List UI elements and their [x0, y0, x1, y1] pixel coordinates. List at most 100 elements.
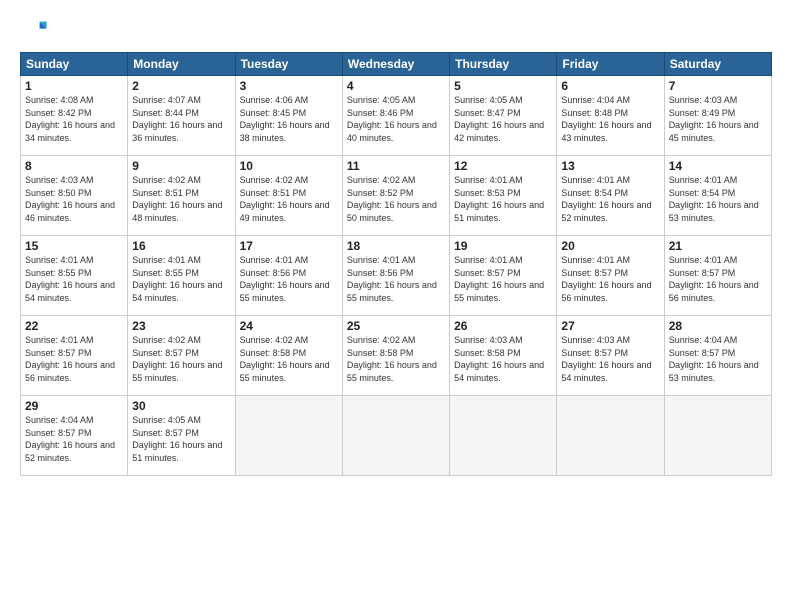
- col-header-sunday: Sunday: [21, 53, 128, 76]
- day-cell-3: 3 Sunrise: 4:06 AMSunset: 8:45 PMDayligh…: [235, 76, 342, 156]
- day-number: 20: [561, 239, 659, 253]
- empty-cell: [557, 396, 664, 476]
- week-row-3: 15 Sunrise: 4:01 AMSunset: 8:55 PMDaylig…: [21, 236, 772, 316]
- day-info: Sunrise: 4:03 AMSunset: 8:49 PMDaylight:…: [669, 95, 759, 143]
- day-info: Sunrise: 4:03 AMSunset: 8:58 PMDaylight:…: [454, 335, 544, 383]
- day-info: Sunrise: 4:01 AMSunset: 8:55 PMDaylight:…: [25, 255, 115, 303]
- day-info: Sunrise: 4:02 AMSunset: 8:51 PMDaylight:…: [132, 175, 222, 223]
- week-row-5: 29 Sunrise: 4:04 AMSunset: 8:57 PMDaylig…: [21, 396, 772, 476]
- day-number: 24: [240, 319, 338, 333]
- day-cell-11: 11 Sunrise: 4:02 AMSunset: 8:52 PMDaylig…: [342, 156, 449, 236]
- empty-cell: [235, 396, 342, 476]
- day-number: 2: [132, 79, 230, 93]
- day-info: Sunrise: 4:01 AMSunset: 8:57 PMDaylight:…: [25, 335, 115, 383]
- day-number: 30: [132, 399, 230, 413]
- day-cell-13: 13 Sunrise: 4:01 AMSunset: 8:54 PMDaylig…: [557, 156, 664, 236]
- day-cell-7: 7 Sunrise: 4:03 AMSunset: 8:49 PMDayligh…: [664, 76, 771, 156]
- day-number: 16: [132, 239, 230, 253]
- day-info: Sunrise: 4:01 AMSunset: 8:56 PMDaylight:…: [347, 255, 437, 303]
- day-info: Sunrise: 4:08 AMSunset: 8:42 PMDaylight:…: [25, 95, 115, 143]
- page-header: [20, 16, 772, 44]
- day-number: 25: [347, 319, 445, 333]
- day-cell-25: 25 Sunrise: 4:02 AMSunset: 8:58 PMDaylig…: [342, 316, 449, 396]
- day-number: 21: [669, 239, 767, 253]
- day-number: 15: [25, 239, 123, 253]
- empty-cell: [664, 396, 771, 476]
- day-info: Sunrise: 4:01 AMSunset: 8:57 PMDaylight:…: [454, 255, 544, 303]
- day-number: 1: [25, 79, 123, 93]
- day-cell-10: 10 Sunrise: 4:02 AMSunset: 8:51 PMDaylig…: [235, 156, 342, 236]
- col-header-monday: Monday: [128, 53, 235, 76]
- day-info: Sunrise: 4:04 AMSunset: 8:57 PMDaylight:…: [25, 415, 115, 463]
- day-number: 9: [132, 159, 230, 173]
- day-number: 12: [454, 159, 552, 173]
- day-info: Sunrise: 4:06 AMSunset: 8:45 PMDaylight:…: [240, 95, 330, 143]
- col-header-thursday: Thursday: [450, 53, 557, 76]
- day-info: Sunrise: 4:05 AMSunset: 8:57 PMDaylight:…: [132, 415, 222, 463]
- day-info: Sunrise: 4:01 AMSunset: 8:57 PMDaylight:…: [561, 255, 651, 303]
- day-number: 6: [561, 79, 659, 93]
- day-number: 23: [132, 319, 230, 333]
- col-header-saturday: Saturday: [664, 53, 771, 76]
- day-cell-30: 30 Sunrise: 4:05 AMSunset: 8:57 PMDaylig…: [128, 396, 235, 476]
- day-number: 5: [454, 79, 552, 93]
- day-info: Sunrise: 4:01 AMSunset: 8:56 PMDaylight:…: [240, 255, 330, 303]
- week-row-2: 8 Sunrise: 4:03 AMSunset: 8:50 PMDayligh…: [21, 156, 772, 236]
- day-cell-5: 5 Sunrise: 4:05 AMSunset: 8:47 PMDayligh…: [450, 76, 557, 156]
- day-number: 7: [669, 79, 767, 93]
- day-number: 26: [454, 319, 552, 333]
- calendar: SundayMondayTuesdayWednesdayThursdayFrid…: [20, 52, 772, 476]
- day-info: Sunrise: 4:01 AMSunset: 8:54 PMDaylight:…: [561, 175, 651, 223]
- day-info: Sunrise: 4:01 AMSunset: 8:54 PMDaylight:…: [669, 175, 759, 223]
- day-info: Sunrise: 4:02 AMSunset: 8:51 PMDaylight:…: [240, 175, 330, 223]
- day-cell-15: 15 Sunrise: 4:01 AMSunset: 8:55 PMDaylig…: [21, 236, 128, 316]
- day-cell-8: 8 Sunrise: 4:03 AMSunset: 8:50 PMDayligh…: [21, 156, 128, 236]
- day-number: 19: [454, 239, 552, 253]
- day-number: 28: [669, 319, 767, 333]
- day-number: 14: [669, 159, 767, 173]
- day-info: Sunrise: 4:01 AMSunset: 8:57 PMDaylight:…: [669, 255, 759, 303]
- day-cell-4: 4 Sunrise: 4:05 AMSunset: 8:46 PMDayligh…: [342, 76, 449, 156]
- day-number: 10: [240, 159, 338, 173]
- day-number: 22: [25, 319, 123, 333]
- day-cell-18: 18 Sunrise: 4:01 AMSunset: 8:56 PMDaylig…: [342, 236, 449, 316]
- day-info: Sunrise: 4:02 AMSunset: 8:58 PMDaylight:…: [240, 335, 330, 383]
- day-info: Sunrise: 4:04 AMSunset: 8:48 PMDaylight:…: [561, 95, 651, 143]
- day-cell-1: 1 Sunrise: 4:08 AMSunset: 8:42 PMDayligh…: [21, 76, 128, 156]
- week-row-4: 22 Sunrise: 4:01 AMSunset: 8:57 PMDaylig…: [21, 316, 772, 396]
- col-header-wednesday: Wednesday: [342, 53, 449, 76]
- day-cell-20: 20 Sunrise: 4:01 AMSunset: 8:57 PMDaylig…: [557, 236, 664, 316]
- day-cell-19: 19 Sunrise: 4:01 AMSunset: 8:57 PMDaylig…: [450, 236, 557, 316]
- day-number: 8: [25, 159, 123, 173]
- day-info: Sunrise: 4:04 AMSunset: 8:57 PMDaylight:…: [669, 335, 759, 383]
- day-number: 3: [240, 79, 338, 93]
- day-number: 13: [561, 159, 659, 173]
- day-cell-24: 24 Sunrise: 4:02 AMSunset: 8:58 PMDaylig…: [235, 316, 342, 396]
- empty-cell: [342, 396, 449, 476]
- day-info: Sunrise: 4:01 AMSunset: 8:53 PMDaylight:…: [454, 175, 544, 223]
- day-cell-22: 22 Sunrise: 4:01 AMSunset: 8:57 PMDaylig…: [21, 316, 128, 396]
- day-cell-29: 29 Sunrise: 4:04 AMSunset: 8:57 PMDaylig…: [21, 396, 128, 476]
- day-number: 27: [561, 319, 659, 333]
- day-cell-21: 21 Sunrise: 4:01 AMSunset: 8:57 PMDaylig…: [664, 236, 771, 316]
- day-cell-26: 26 Sunrise: 4:03 AMSunset: 8:58 PMDaylig…: [450, 316, 557, 396]
- week-row-1: 1 Sunrise: 4:08 AMSunset: 8:42 PMDayligh…: [21, 76, 772, 156]
- day-info: Sunrise: 4:02 AMSunset: 8:52 PMDaylight:…: [347, 175, 437, 223]
- col-header-friday: Friday: [557, 53, 664, 76]
- day-cell-12: 12 Sunrise: 4:01 AMSunset: 8:53 PMDaylig…: [450, 156, 557, 236]
- day-number: 11: [347, 159, 445, 173]
- day-cell-17: 17 Sunrise: 4:01 AMSunset: 8:56 PMDaylig…: [235, 236, 342, 316]
- day-info: Sunrise: 4:07 AMSunset: 8:44 PMDaylight:…: [132, 95, 222, 143]
- day-cell-9: 9 Sunrise: 4:02 AMSunset: 8:51 PMDayligh…: [128, 156, 235, 236]
- day-info: Sunrise: 4:03 AMSunset: 8:57 PMDaylight:…: [561, 335, 651, 383]
- calendar-header-row: SundayMondayTuesdayWednesdayThursdayFrid…: [21, 53, 772, 76]
- empty-cell: [450, 396, 557, 476]
- day-cell-14: 14 Sunrise: 4:01 AMSunset: 8:54 PMDaylig…: [664, 156, 771, 236]
- day-info: Sunrise: 4:01 AMSunset: 8:55 PMDaylight:…: [132, 255, 222, 303]
- day-number: 18: [347, 239, 445, 253]
- day-cell-23: 23 Sunrise: 4:02 AMSunset: 8:57 PMDaylig…: [128, 316, 235, 396]
- day-cell-2: 2 Sunrise: 4:07 AMSunset: 8:44 PMDayligh…: [128, 76, 235, 156]
- day-cell-28: 28 Sunrise: 4:04 AMSunset: 8:57 PMDaylig…: [664, 316, 771, 396]
- day-cell-27: 27 Sunrise: 4:03 AMSunset: 8:57 PMDaylig…: [557, 316, 664, 396]
- day-info: Sunrise: 4:05 AMSunset: 8:46 PMDaylight:…: [347, 95, 437, 143]
